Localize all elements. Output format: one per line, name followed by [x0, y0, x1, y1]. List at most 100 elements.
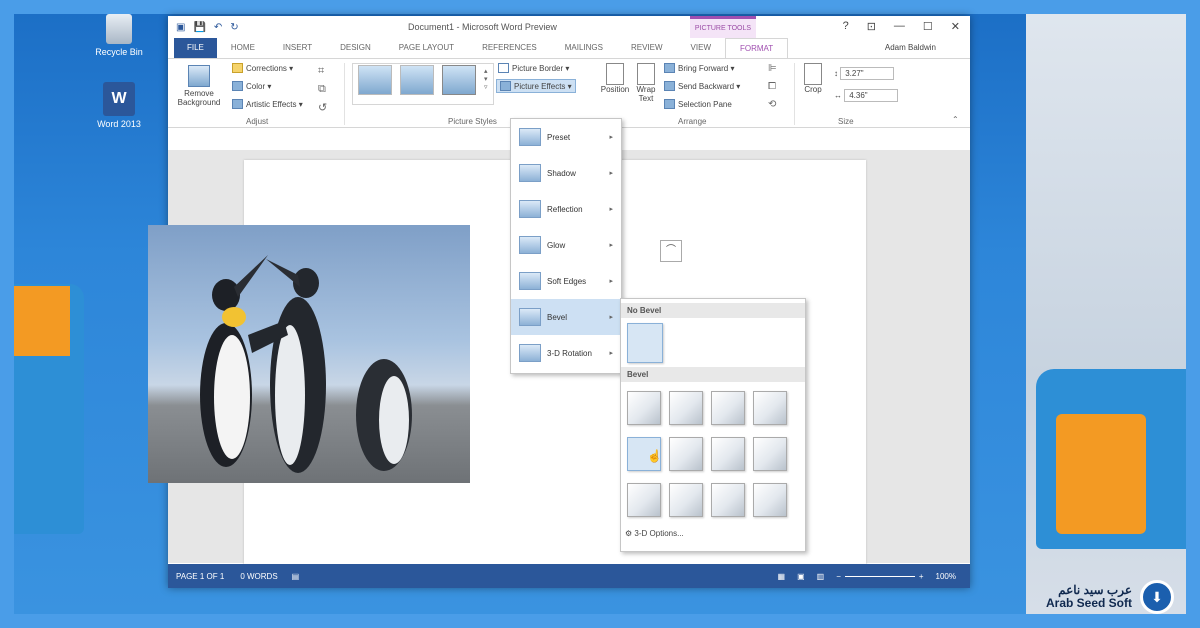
print-layout-icon[interactable]: ▣ — [797, 572, 805, 581]
selection-pane-button[interactable]: Selection Pane — [664, 99, 732, 109]
change-picture-icon[interactable]: ⧉ — [318, 83, 326, 96]
window-controls: ? ⊡ — ☐ ✕ — [843, 20, 960, 33]
reflection-icon — [519, 200, 541, 218]
word-app-icon: ▣ — [176, 21, 186, 33]
effects-item-shadow[interactable]: Shadow ▸ — [511, 155, 621, 191]
wrap-text-label: Wrap Text — [636, 85, 656, 103]
bevel-option[interactable] — [711, 483, 745, 517]
page-count[interactable]: PAGE 1 OF 1 — [176, 572, 224, 581]
bevel-option[interactable] — [669, 483, 703, 517]
no-bevel-option[interactable] — [627, 323, 663, 363]
zoom-out-icon[interactable]: − — [836, 572, 841, 581]
submenu-arrow-icon: ▸ — [609, 314, 613, 321]
corrections-icon — [232, 63, 243, 73]
rotate-icon[interactable]: ⟲ — [768, 99, 776, 110]
picture-border-button[interactable]: Picture Border ▾ — [498, 63, 569, 73]
bevel-option[interactable] — [753, 437, 787, 471]
tab-format[interactable]: FORMAT — [725, 38, 789, 58]
send-backward-button[interactable]: Send Backward ▾ — [664, 81, 740, 91]
desktop-icon-label: Recycle Bin — [95, 47, 143, 57]
undo-icon[interactable]: ↶ — [214, 22, 222, 33]
bevel-option[interactable] — [627, 391, 661, 425]
3d-options-label: 3-D Options... — [634, 529, 684, 538]
effects-item-soft-edges[interactable]: Soft Edges ▸ — [511, 263, 621, 299]
send-backward-label: Send Backward — [678, 82, 735, 91]
user-account[interactable]: Adam Baldwin — [885, 43, 936, 52]
reset-picture-icon[interactable]: ↺ — [318, 101, 327, 114]
height-input[interactable]: 3.27" — [840, 67, 895, 80]
picture-style-thumb[interactable] — [358, 65, 392, 95]
artistic-effects-button[interactable]: Artistic Effects ▾ — [232, 99, 303, 109]
3d-options-link[interactable]: ⚙ 3-D Options... — [625, 529, 684, 538]
tab-home[interactable]: HOME — [217, 38, 269, 58]
artistic-effects-icon — [232, 99, 243, 109]
redo-icon[interactable]: ↻ — [230, 22, 238, 33]
crop-button[interactable]: Crop — [800, 63, 826, 94]
remove-background-button[interactable]: Remove Background — [176, 65, 222, 107]
picture-effects-label: Picture Effects — [514, 82, 566, 91]
compress-pictures-icon[interactable]: ⌗ — [318, 65, 324, 78]
bevel-option[interactable] — [711, 437, 745, 471]
tab-design[interactable]: DESIGN — [326, 38, 385, 58]
collapse-ribbon-icon[interactable]: ⌃ — [952, 115, 959, 124]
width-input[interactable]: 4.36" — [844, 89, 899, 102]
position-icon — [606, 63, 624, 85]
bevel-gallery: No Bevel Bevel ⚙ 3-D Options... ☝ — [620, 298, 806, 552]
corrections-button[interactable]: Corrections ▾ — [232, 63, 293, 73]
bevel-option[interactable] — [669, 437, 703, 471]
tab-references[interactable]: REFERENCES — [468, 38, 551, 58]
bevel-option[interactable] — [669, 391, 703, 425]
bevel-option[interactable] — [711, 391, 745, 425]
tab-mailings[interactable]: MAILINGS — [551, 38, 617, 58]
effects-item-label: Soft Edges — [547, 276, 587, 286]
layout-options-icon[interactable]: ⌒ — [660, 240, 682, 262]
proofing-icon[interactable]: ▤ — [292, 572, 300, 581]
zoom-level[interactable]: 100% — [936, 572, 956, 581]
height-field[interactable]: ↕ 3.27" — [834, 67, 895, 80]
desktop-icon-word[interactable]: W Word 2013 — [84, 82, 154, 129]
minimize-button[interactable]: — — [894, 20, 905, 33]
preset-icon — [519, 128, 541, 146]
maximize-button[interactable]: ☐ — [923, 20, 933, 33]
submenu-arrow-icon: ▸ — [609, 278, 613, 285]
tab-view[interactable]: VIEW — [677, 38, 725, 58]
glow-icon — [519, 236, 541, 254]
bevel-option[interactable] — [627, 483, 661, 517]
desktop-icon-recycle-bin[interactable]: Recycle Bin — [84, 14, 154, 57]
bevel-option[interactable] — [753, 391, 787, 425]
picture-effects-button[interactable]: Picture Effects ▾ — [496, 79, 576, 93]
effects-item-label: 3-D Rotation — [547, 348, 592, 358]
effects-item-preset[interactable]: Preset ▸ — [511, 119, 621, 155]
zoom-slider[interactable] — [844, 575, 915, 577]
save-icon[interactable]: 💾 — [193, 22, 205, 33]
group-icon[interactable]: ⧠ — [768, 81, 776, 92]
picture-style-thumb[interactable] — [400, 65, 434, 95]
effects-item-glow[interactable]: Glow ▸ — [511, 227, 621, 263]
width-field[interactable]: ↔ 4.36" — [834, 89, 899, 102]
web-layout-icon[interactable]: ▥ — [817, 572, 825, 581]
effects-item-reflection[interactable]: Reflection ▸ — [511, 191, 621, 227]
tab-page-layout[interactable]: PAGE LAYOUT — [385, 38, 468, 58]
submenu-arrow-icon: ▸ — [609, 242, 613, 249]
penguin-picture[interactable] — [148, 225, 470, 483]
bring-forward-button[interactable]: Bring Forward ▾ — [664, 63, 735, 73]
effects-item-bevel[interactable]: Bevel ▸ — [511, 299, 621, 335]
gallery-scroll-icon[interactable]: ▴ ▾ ▿ — [484, 67, 488, 91]
wrap-text-button[interactable]: Wrap Text — [632, 63, 660, 103]
zoom-in-icon[interactable]: + — [919, 572, 924, 581]
help-button[interactable]: ? — [843, 20, 849, 33]
picture-style-thumb[interactable] — [442, 65, 476, 95]
bevel-icon — [519, 308, 541, 326]
color-button[interactable]: Color ▾ — [232, 81, 271, 91]
read-mode-icon[interactable]: ▦ — [778, 572, 786, 581]
bevel-option[interactable] — [753, 483, 787, 517]
tab-insert[interactable]: INSERT — [269, 38, 326, 58]
close-button[interactable]: ✕ — [951, 20, 960, 33]
word-count[interactable]: 0 WORDS — [240, 572, 277, 581]
align-icon[interactable]: ⊫ — [768, 63, 777, 74]
position-button[interactable]: Position — [600, 63, 630, 94]
tab-review[interactable]: REVIEW — [617, 38, 677, 58]
ribbon-display-button[interactable]: ⊡ — [867, 20, 876, 33]
effects-item-3d-rotation[interactable]: 3-D Rotation ▸ — [511, 335, 621, 371]
tab-file[interactable]: FILE — [174, 38, 217, 58]
